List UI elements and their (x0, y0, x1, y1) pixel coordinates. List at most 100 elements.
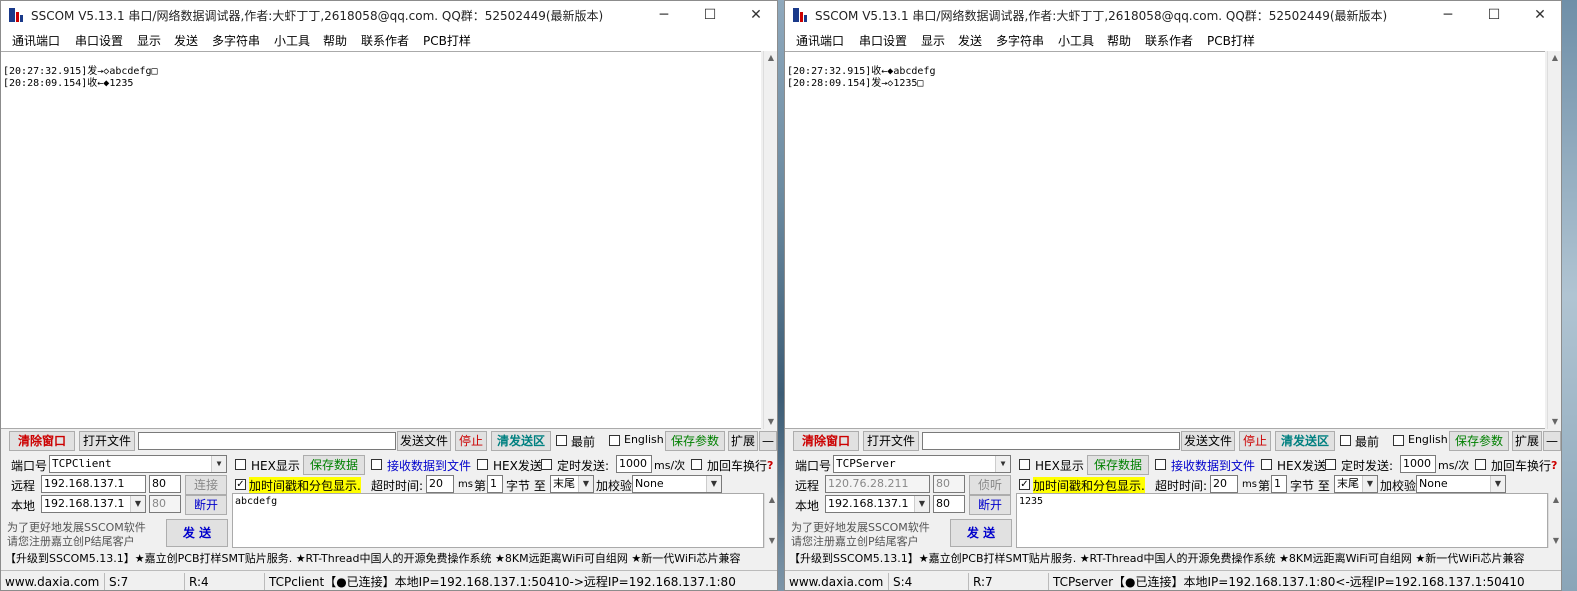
disconnect-button[interactable]: 断开 (185, 495, 227, 515)
port-select[interactable]: TCPServer ▼ (833, 455, 1011, 473)
menu-help[interactable]: 帮助 (1107, 32, 1131, 49)
menu-send[interactable]: 发送 (174, 32, 198, 49)
menu-send[interactable]: 发送 (958, 32, 982, 49)
byte-end-select[interactable]: 末尾 ▼ (1334, 475, 1378, 493)
menu-serial-settings[interactable]: 串口设置 (859, 32, 907, 49)
interval-input[interactable]: 1000 (616, 455, 652, 473)
collapse-button[interactable]: — (1543, 431, 1561, 451)
recv-to-file-checkbox[interactable] (1155, 459, 1166, 470)
menu-contact[interactable]: 联系作者 (361, 32, 409, 49)
clear-send-button[interactable]: 清发送区 (491, 431, 551, 451)
send-button[interactable]: 发 送 (950, 519, 1012, 547)
hex-display-checkbox[interactable] (1019, 459, 1030, 470)
expand-button[interactable]: 扩展 (1512, 431, 1542, 451)
collapse-button[interactable]: — (759, 431, 777, 451)
timed-send-checkbox[interactable] (1325, 459, 1336, 470)
file-path-input[interactable] (138, 432, 396, 450)
scroll-up-icon[interactable]: ▲ (1548, 51, 1561, 65)
crlf-checkbox[interactable] (1475, 459, 1486, 470)
receive-area[interactable]: [20:27:32.915]发→◇abcdefg□ [20:28:09.154]… (1, 51, 761, 429)
timestamp-checkbox[interactable]: ✓ (1019, 479, 1030, 490)
remote-ip-input[interactable]: 120.76.28.211 (825, 475, 930, 493)
menu-display[interactable]: 显示 (137, 32, 161, 49)
close-icon[interactable]: ✕ (733, 1, 777, 29)
scroll-down-icon[interactable]: ▼ (1549, 534, 1561, 548)
title-bar[interactable]: SSCOM V5.13.1 串口/网络数据调试器,作者:大虾丁丁,2618058… (785, 1, 1561, 29)
close-icon[interactable]: ✕ (1517, 1, 1561, 29)
minimize-icon[interactable]: ─ (1425, 1, 1471, 29)
clear-window-button[interactable]: 清除窗口 (793, 431, 859, 451)
local-ip-select[interactable]: 192.168.137.1 ▼ (41, 495, 146, 513)
receive-scrollbar[interactable]: ▲ ▼ (1547, 51, 1561, 429)
save-params-button[interactable]: 保存参数 (665, 431, 725, 451)
title-bar[interactable]: SSCOM V5.13.1 串口/网络数据调试器,作者:大虾丁丁,2618058… (1, 1, 777, 29)
checksum-select[interactable]: None ▼ (632, 475, 722, 493)
latest-checkbox[interactable] (1340, 435, 1351, 446)
help-icon[interactable]: ? (767, 459, 773, 472)
hex-display-checkbox[interactable] (235, 459, 246, 470)
crlf-checkbox[interactable] (691, 459, 702, 470)
menu-multi-string[interactable]: 多字符串 (996, 32, 1044, 49)
english-checkbox[interactable] (1393, 435, 1404, 446)
send-scrollbar[interactable]: ▲ ▼ (1548, 493, 1561, 548)
local-ip-select[interactable]: 192.168.137.1 ▼ (825, 495, 930, 513)
timestamp-checkbox[interactable]: ✓ (235, 479, 246, 490)
send-file-button[interactable]: 发送文件 (1181, 431, 1235, 451)
listen-button[interactable]: 侦听 (969, 475, 1011, 495)
menu-tools[interactable]: 小工具 (1058, 32, 1094, 49)
byte-index-input[interactable]: 1 (487, 475, 503, 493)
minimize-icon[interactable]: ─ (641, 1, 687, 29)
local-port-input[interactable]: 80 (933, 495, 965, 513)
latest-checkbox[interactable] (556, 435, 567, 446)
scroll-down-icon[interactable]: ▼ (764, 415, 777, 429)
hex-send-checkbox[interactable] (477, 459, 488, 470)
maximize-icon[interactable]: ☐ (687, 1, 733, 29)
save-params-button[interactable]: 保存参数 (1449, 431, 1509, 451)
disconnect-button[interactable]: 断开 (969, 495, 1011, 515)
timeout-input[interactable]: 20 (426, 475, 454, 493)
file-path-input[interactable] (922, 432, 1180, 450)
receive-area[interactable]: [20:27:32.915]收←◆abcdefg [20:28:09.154]发… (785, 51, 1545, 429)
timeout-input[interactable]: 20 (1210, 475, 1238, 493)
recv-to-file-checkbox[interactable] (371, 459, 382, 470)
advertisement-banner[interactable]: 【升级到SSCOM5.13.1】★嘉立创PCB打样SMT贴片服务. ★RT-Th… (1, 550, 777, 567)
send-button[interactable]: 发 送 (166, 519, 228, 547)
english-checkbox[interactable] (609, 435, 620, 446)
clear-window-button[interactable]: 清除窗口 (9, 431, 75, 451)
connect-button[interactable]: 连接 (185, 475, 227, 495)
checksum-select[interactable]: None ▼ (1416, 475, 1506, 493)
scroll-up-icon[interactable]: ▲ (765, 493, 777, 507)
stop-button[interactable]: 停止 (455, 431, 487, 451)
remote-port-input[interactable]: 80 (149, 475, 181, 493)
save-data-button[interactable]: 保存数据 (303, 455, 365, 475)
status-website[interactable]: www.daxia.com (785, 573, 889, 590)
byte-index-input[interactable]: 1 (1271, 475, 1287, 493)
receive-scrollbar[interactable]: ▲ ▼ (763, 51, 777, 429)
menu-help[interactable]: 帮助 (323, 32, 347, 49)
stop-button[interactable]: 停止 (1239, 431, 1271, 451)
local-port-input[interactable]: 80 (149, 495, 181, 513)
clear-send-button[interactable]: 清发送区 (1275, 431, 1335, 451)
menu-serial-settings[interactable]: 串口设置 (75, 32, 123, 49)
open-file-button[interactable]: 打开文件 (863, 431, 919, 451)
promo-text-2[interactable]: 请您注册嘉立创P结尾客户 (791, 533, 919, 549)
send-text-area[interactable]: 1235 (1016, 493, 1548, 548)
status-website[interactable]: www.daxia.com (1, 573, 105, 590)
expand-button[interactable]: 扩展 (728, 431, 758, 451)
port-select[interactable]: TCPClient ▼ (49, 455, 227, 473)
hex-send-checkbox[interactable] (1261, 459, 1272, 470)
send-scrollbar[interactable]: ▲ ▼ (764, 493, 777, 548)
advertisement-banner[interactable]: 【升级到SSCOM5.13.1】★嘉立创PCB打样SMT贴片服务. ★RT-Th… (785, 550, 1561, 567)
timed-send-checkbox[interactable] (541, 459, 552, 470)
save-data-button[interactable]: 保存数据 (1087, 455, 1149, 475)
menu-tools[interactable]: 小工具 (274, 32, 310, 49)
scroll-up-icon[interactable]: ▲ (764, 51, 777, 65)
maximize-icon[interactable]: ☐ (1471, 1, 1517, 29)
byte-end-select[interactable]: 末尾 ▼ (550, 475, 594, 493)
menu-pcb[interactable]: PCB打样 (1207, 32, 1255, 49)
menu-pcb[interactable]: PCB打样 (423, 32, 471, 49)
menu-contact[interactable]: 联系作者 (1145, 32, 1193, 49)
open-file-button[interactable]: 打开文件 (79, 431, 135, 451)
interval-input[interactable]: 1000 (1400, 455, 1436, 473)
promo-text-2[interactable]: 请您注册嘉立创P结尾客户 (7, 533, 135, 549)
